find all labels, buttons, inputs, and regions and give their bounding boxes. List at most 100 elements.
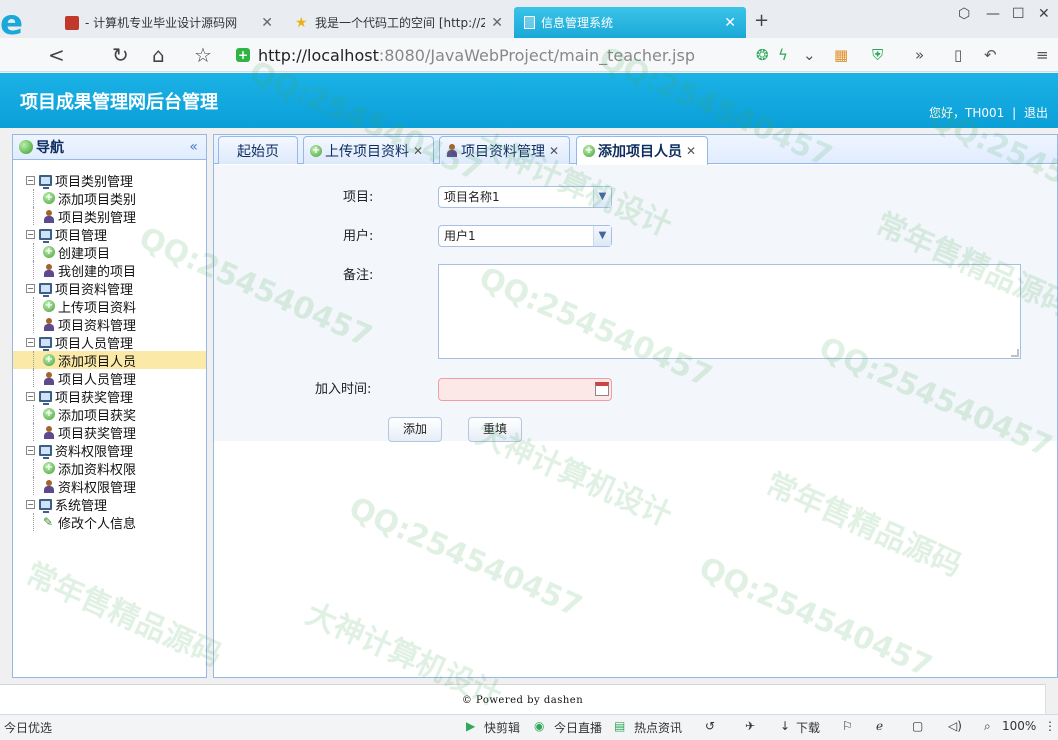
plus-icon: + [43,462,55,474]
collapse-toggle-icon[interactable]: − [26,391,35,401]
live-link[interactable]: 今日直播 [554,719,602,736]
collapse-toggle-icon[interactable]: − [26,499,35,509]
nav-group[interactable]: − 系统管理 [13,495,206,514]
collapse-toggle-icon[interactable]: − [26,337,35,347]
tree-line [33,207,34,225]
reload-icon[interactable]: ↻ [112,43,129,67]
news-link[interactable]: 热点资讯 [634,719,682,736]
nav-item[interactable]: 我创建的项目 [13,261,206,280]
sync-icon[interactable]: ↺ [705,719,715,733]
quick-edit-link[interactable]: 快剪辑 [484,719,520,736]
nav-item[interactable]: + 添加资料权限 [13,459,206,478]
calendar-icon[interactable] [595,382,609,396]
collapse-toggle-icon[interactable]: − [26,175,35,185]
maximize-icon[interactable]: ☐ [1012,6,1025,22]
minimize-icon[interactable]: — [986,6,1000,22]
back-icon[interactable]: < [48,43,65,67]
nav-group[interactable]: − 项目资料管理 [13,279,206,298]
nav-group-label: 系统管理 [55,498,108,514]
ie-mode-icon[interactable]: ℯ [876,719,883,733]
join-time-input[interactable] [438,378,612,401]
remark-textarea[interactable] [438,264,1021,359]
nav-item[interactable]: + 添加项目获奖 [13,405,206,424]
adblock-shield-icon[interactable]: ⛨ [872,46,883,64]
reader-mode-icon[interactable]: ▯ [954,46,962,64]
apps-grid-icon[interactable]: ▦ [834,46,848,64]
project-select[interactable]: 项目名称1 ▼ [438,186,612,208]
tab-start-page[interactable]: 起始页 [218,136,298,164]
more-double-chevron-icon[interactable]: » [915,46,924,64]
logout-link[interactable]: 退出 [1024,106,1048,120]
zoom-icon[interactable]: ⌕ [984,719,991,734]
tree-line [33,423,34,441]
sound-icon[interactable]: ◁) [948,719,962,733]
close-window-icon[interactable]: ✕ [1038,6,1050,22]
nav-group[interactable]: − 项目管理 [13,225,206,244]
nav-item[interactable]: + 上传项目资料 [13,297,206,316]
collapse-toggle-icon[interactable]: − [26,283,35,293]
zoom-level[interactable]: 100% [1002,719,1036,733]
nav-item[interactable]: ✎ 修改个人信息 [13,513,206,532]
user-select[interactable]: 用户1 ▼ [438,225,612,247]
browser-tab-active[interactable]: 信息管理系统 ✕ [514,7,746,38]
nav-group[interactable]: − 项目人员管理 [13,333,206,352]
nav-group[interactable]: − 项目获奖管理 [13,387,206,406]
home-icon[interactable]: ⌂ [152,43,165,67]
nav-item[interactable]: + 添加项目类别 [13,189,206,208]
undo-icon[interactable]: ↶ [984,46,997,64]
nav-item[interactable]: 项目类别管理 [13,207,206,226]
plus-icon: + [583,145,595,157]
tab-project-data-manage[interactable]: 项目资料管理 ✕ [439,136,570,164]
close-tab-icon[interactable]: ✕ [413,144,423,158]
nav-item[interactable]: + 添加项目人员 [13,351,206,370]
collapse-toggle-icon[interactable]: − [26,229,35,239]
statusbar-more-icon[interactable]: ⋮ [1044,719,1056,733]
computer-icon [39,390,52,405]
join-time-label: 加入时间: [315,382,372,397]
window-icon[interactable]: ▢ [912,719,923,733]
collapse-toggle-icon[interactable]: − [26,445,35,455]
chevron-down-icon[interactable]: ▼ [593,187,611,207]
menu-icon[interactable]: ≡ [1036,46,1049,64]
nav-item[interactable]: 项目获奖管理 [13,423,206,442]
nav-group[interactable]: − 项目类别管理 [13,171,206,190]
star-favicon-icon: ★ [295,14,308,31]
greeting-text: 您好，TH001 [929,106,1005,120]
plus-icon: + [43,408,55,420]
pin-icon[interactable]: ✈ [745,719,755,733]
close-tab-icon[interactable]: ✕ [549,144,559,158]
user-select-value: 用户1 [444,229,476,243]
download-link[interactable]: 下载 [796,719,820,736]
nav-item[interactable]: 资料权限管理 [13,477,206,496]
close-tab-icon[interactable]: ✕ [261,15,273,31]
address-bar: < ↻ ⌂ ☆ + http://localhost:8080/JavaWebP… [0,38,1058,72]
dropdown-chevron-icon[interactable]: ⌄ [803,46,816,64]
collapse-double-left-icon[interactable]: « [189,139,198,155]
new-tab-icon[interactable]: + [754,10,769,31]
add-button[interactable]: 添加 [388,417,442,442]
tab-upload-project-data[interactable]: + 上传项目资料 ✕ [303,136,434,164]
site-favicon-icon [65,15,79,30]
close-tab-icon[interactable]: ✕ [491,15,503,31]
speed-mode-icon[interactable]: ❂ [756,46,769,64]
close-tab-icon[interactable]: ✕ [686,144,696,158]
nav-item[interactable]: 项目人员管理 [13,369,206,388]
today-picks-link[interactable]: 今日优选 [4,719,52,736]
browser-tab-2[interactable]: ★ 我是一个代码工的空间 [http://2 ✕ [285,7,513,38]
nav-item[interactable]: 项目资料管理 [13,315,206,334]
resize-grip-icon[interactable] [1011,349,1019,357]
url-field[interactable]: + http://localhost:8080/JavaWebProject/m… [236,43,746,67]
tab-add-project-member[interactable]: + 添加项目人员 ✕ [576,136,708,165]
flag-icon[interactable]: ⚐ [842,719,853,733]
chevron-down-icon[interactable]: ▼ [593,226,611,246]
vertical-scrollbar[interactable] [1045,684,1058,714]
lightning-icon[interactable]: ϟ [778,46,788,64]
favorite-star-icon[interactable]: ☆ [194,43,212,67]
close-tab-icon[interactable]: ✕ [724,15,736,31]
nav-item[interactable]: + 创建项目 [13,243,206,262]
reset-button[interactable]: 重填 [468,417,522,442]
quick-edit-icon: ▶ [466,719,476,733]
skin-icon[interactable]: ⬡ [958,6,970,22]
browser-tab-1[interactable]: - 计算机专业毕业设计源码网 ✕ [55,7,283,38]
nav-group[interactable]: − 资料权限管理 [13,441,206,460]
